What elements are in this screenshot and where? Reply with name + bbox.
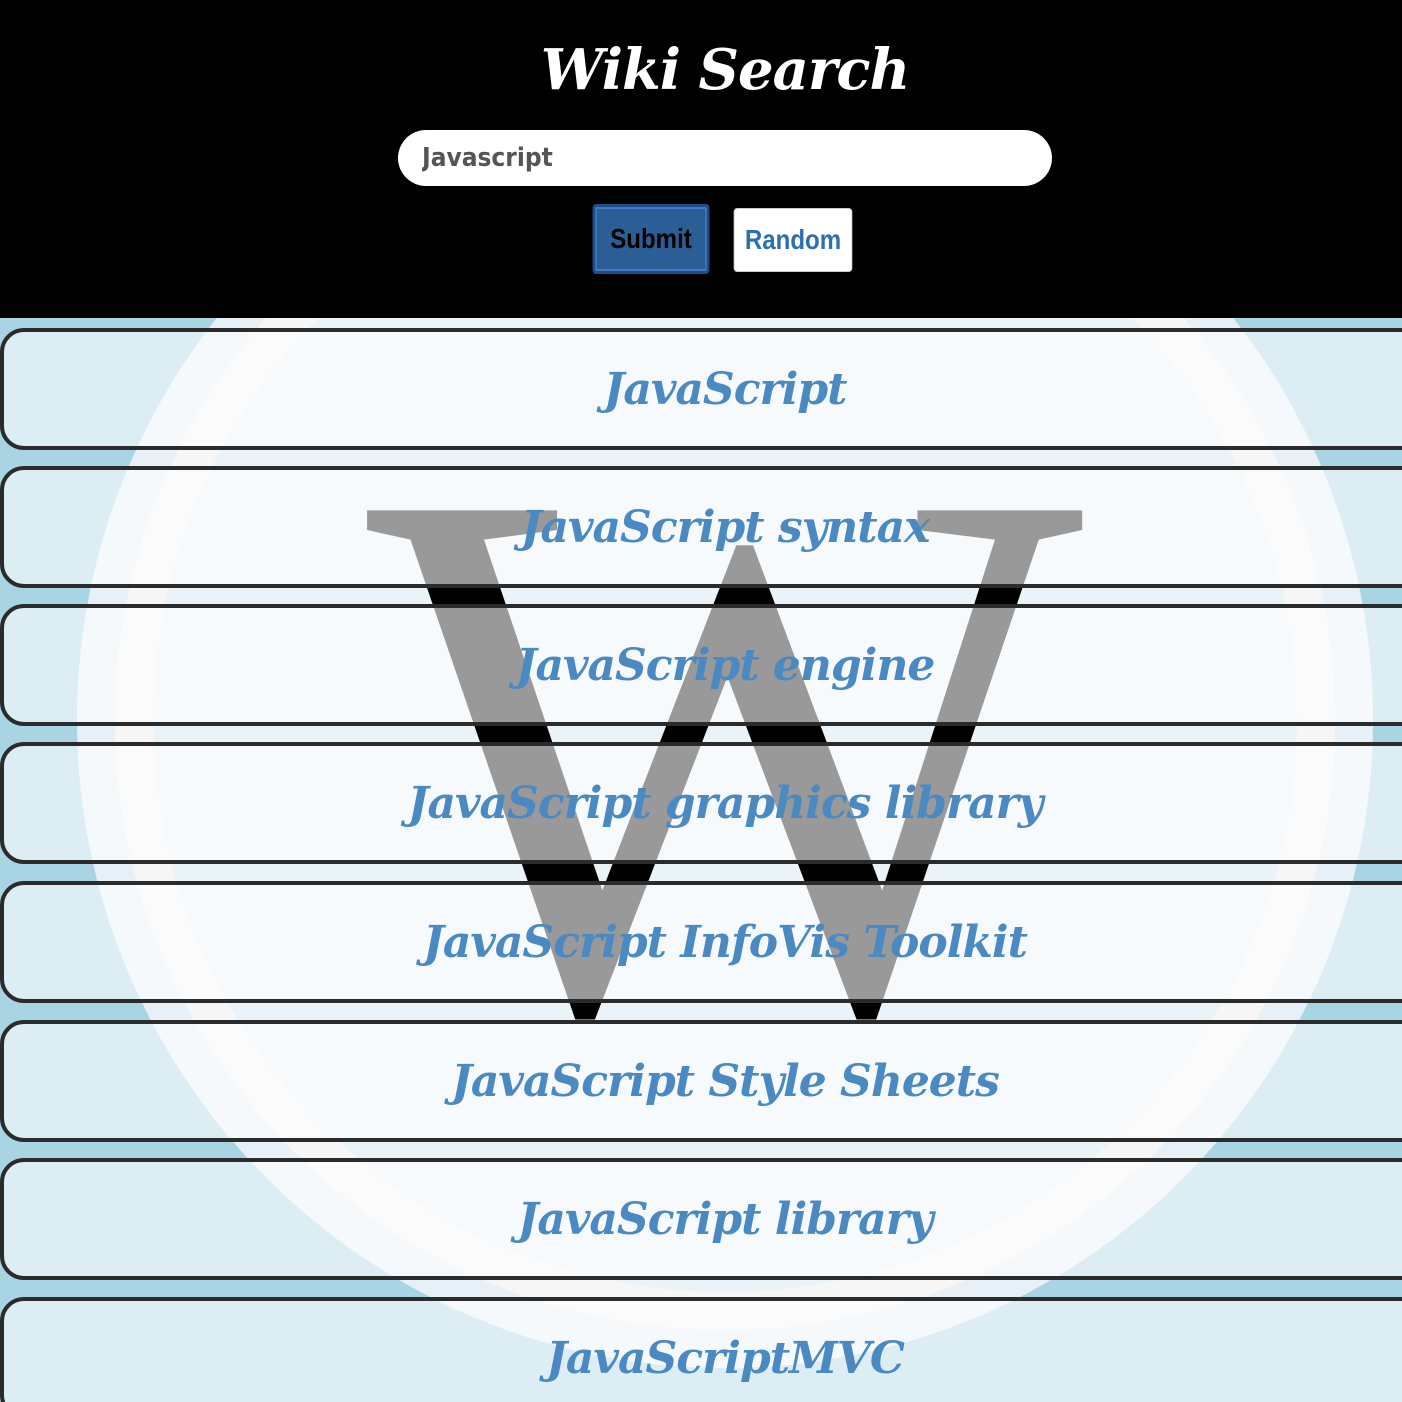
app-title: Wiki Search	[540, 37, 910, 103]
result-card[interactable]: JavaScript	[0, 328, 1402, 450]
result-card[interactable]: JavaScript graphics library	[0, 742, 1402, 864]
header: Wiki Search Submit Random	[0, 0, 1402, 318]
search-input[interactable]	[398, 130, 1052, 186]
result-card[interactable]: JavaScript InfoVis Toolkit	[0, 881, 1402, 1003]
result-title[interactable]: JavaScript library	[24, 1194, 1402, 1245]
result-card[interactable]: JavaScriptMVC	[0, 1297, 1402, 1402]
submit-button[interactable]: Submit	[592, 204, 710, 274]
result-title[interactable]: JavaScriptMVC	[24, 1333, 1402, 1384]
result-title[interactable]: JavaScript syntax	[24, 502, 1402, 553]
result-title[interactable]: JavaScript engine	[24, 640, 1402, 691]
result-card[interactable]: JavaScript Style Sheets	[0, 1020, 1402, 1142]
result-card[interactable]: JavaScript library	[0, 1158, 1402, 1280]
result-title[interactable]: JavaScript InfoVis Toolkit	[24, 917, 1402, 968]
results-area: W JavaScript JavaScript syntax JavaScrip…	[0, 318, 1402, 1402]
result-title[interactable]: JavaScript graphics library	[24, 778, 1402, 829]
result-card[interactable]: JavaScript syntax	[0, 466, 1402, 588]
result-title[interactable]: JavaScript	[24, 364, 1402, 415]
random-button[interactable]: Random	[733, 208, 853, 272]
result-title[interactable]: JavaScript Style Sheets	[24, 1056, 1402, 1107]
result-card[interactable]: JavaScript engine	[0, 604, 1402, 726]
